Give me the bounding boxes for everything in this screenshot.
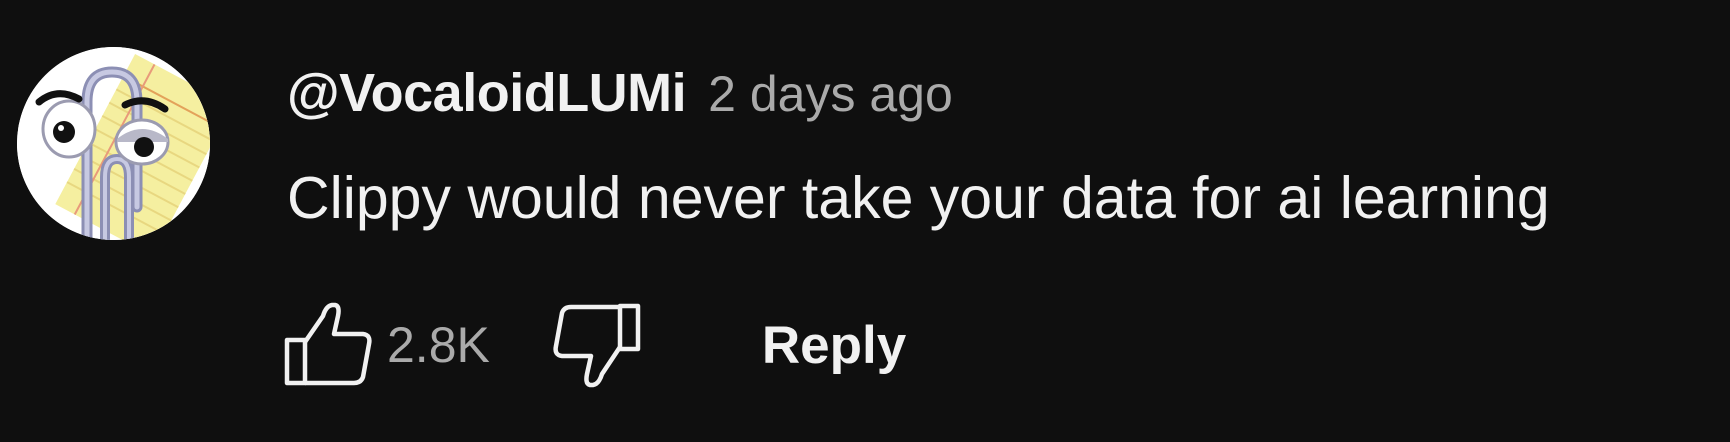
comment-thread: @VocaloidLUMi 2 days ago Clippy would ne… [0, 0, 1730, 442]
thumbs-down-icon [553, 303, 641, 388]
avatar[interactable] [17, 47, 210, 240]
comment-header: @VocaloidLUMi 2 days ago [287, 62, 953, 124]
like-button[interactable] [283, 300, 373, 390]
thumbs-up-icon [284, 302, 372, 386]
reply-button[interactable]: Reply [762, 315, 906, 376]
like-count: 2.8K [387, 317, 490, 373]
dislike-button[interactable] [552, 300, 642, 390]
comment-text: Clippy would never take your data for ai… [287, 165, 1550, 231]
comment-timestamp[interactable]: 2 days ago [708, 65, 953, 123]
clippy-avatar-icon [17, 47, 210, 240]
comment-author[interactable]: @VocaloidLUMi [287, 62, 687, 124]
comment-action-bar: 2.8K Reply [283, 300, 906, 390]
